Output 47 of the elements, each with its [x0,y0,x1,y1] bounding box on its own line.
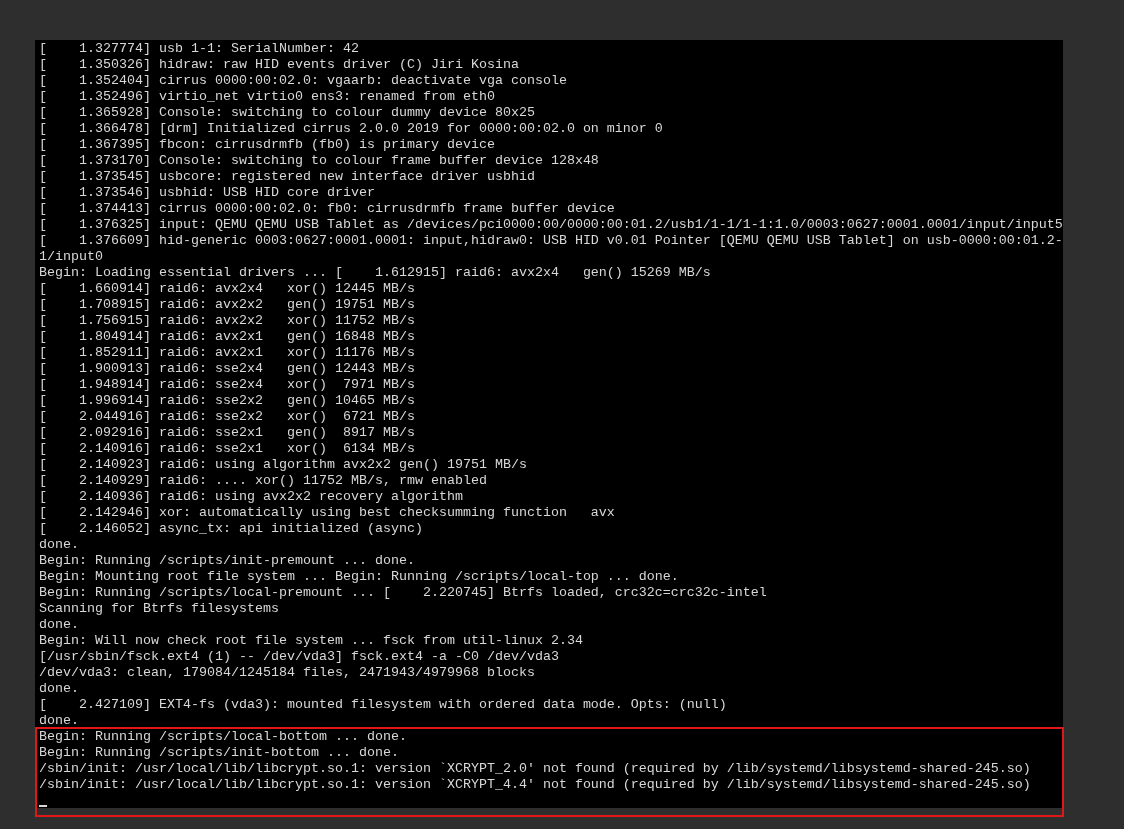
console-line: Begin: Mounting root file system ... Begin: Running /scripts/local-top ... done. [39,569,680,585]
console-line: [ 1.327774] usb 1-1: SerialNumber: 42 [39,41,360,57]
console-line: [ 1.756915] raid6: avx2x2 xor() 11752 MB/s [39,313,416,329]
console-line: [ 1.376609] hid-generic 0003:0627:0001.0001: input,hidraw0: USB HID v0.01 Pointer [QEMU QEMU USB Tablet] on usb-0000:00:01.2- [39,233,1063,249]
console-line: [/usr/sbin/fsck.ext4 (1) -- /dev/vda3] fsck.ext4 -a -C0 /dev/vda3 [39,649,560,665]
console-line: [ 1.948914] raid6: sse2x4 xor() 7971 MB/s [39,377,416,393]
console-line: [ 2.140929] raid6: .... xor() 11752 MB/s, rmw enabled [39,473,488,489]
console-line: Begin: Loading essential drivers ... [ 1.612915] raid6: avx2x4 gen() 15269 MB/s [39,265,712,281]
console-line: /sbin/init: /usr/local/lib/libcrypt.so.1: version `XCRYPT_2.0' not found (required by /lib/systemd/libsystemd-shared-245.so) [39,761,1032,777]
console-line: [ 1.708915] raid6: avx2x2 gen() 19751 MB/s [39,297,416,313]
console-line: [ 1.374413] cirrus 0000:00:02.0: fb0: cirrusdrmfb frame buffer device [39,201,616,217]
console-line: [ 1.350326] hidraw: raw HID events driver (C) Jiri Kosina [39,57,520,73]
console-line: [ 2.044916] raid6: sse2x2 xor() 6721 MB/s [39,409,416,425]
console-line: [ 1.376325] input: QEMU QEMU USB Tablet as /devices/pci0000:00/0000:00:01.2/usb1/1-1/1-1:1.0/0003:0627:0001.0001/input/input5 [39,217,1063,233]
console-line: [ 1.804914] raid6: avx2x1 gen() 16848 MB/s [39,329,416,345]
console-line: [ 2.140936] raid6: using avx2x2 recovery algorithm [39,489,464,505]
console-line: done. [39,681,80,697]
console-line: [ 2.092916] raid6: sse2x1 gen() 8917 MB/s [39,425,416,441]
console-line: [ 1.373546] usbhid: USB HID core driver [39,185,376,201]
console-line: Scanning for Btrfs filesystems [39,601,280,617]
console-line: Begin: Running /scripts/init-premount ... done. [39,553,416,569]
console-line: [ 1.660914] raid6: avx2x4 xor() 12445 MB/s [39,281,416,297]
console-line: [ 1.852911] raid6: avx2x1 xor() 11176 MB/s [39,345,416,361]
console-line: [ 2.146052] async_tx: api initialized (async) [39,521,424,537]
console-line: Begin: Running /scripts/local-premount ... [ 2.220745] Btrfs loaded, crc32c=crc32c-intel [39,585,768,601]
console-line: /sbin/init: /usr/local/lib/libcrypt.so.1: version `XCRYPT_4.4' not found (required by /lib/systemd/libsystemd-shared-245.so) [39,777,1032,793]
console-line: done. [39,537,80,553]
console-line: Begin: Will now check root file system ... fsck from util-linux 2.34 [39,633,584,649]
console-line: [ 1.352496] virtio_net virtio0 ens3: renamed from eth0 [39,89,496,105]
console-line: [ 1.352404] cirrus 0000:00:02.0: vgaarb: deactivate vga console [39,73,568,89]
console-line: [ 1.373545] usbcore: registered new interface driver usbhid [39,169,536,185]
console-line: [ 1.365928] Console: switching to colour dummy device 80x25 [39,105,536,121]
console-line: [ 1.367395] fbcon: cirrusdrmfb (fb0) is primary device [39,137,496,153]
console-line: [ 2.140916] raid6: sse2x1 xor() 6134 MB/s [39,441,416,457]
console-line: done. [39,713,80,729]
console-line: [ 1.996914] raid6: sse2x2 gen() 10465 MB/s [39,393,416,409]
console-line: Begin: Running /scripts/init-bottom ... done. [39,745,400,761]
console-line: done. [39,617,80,633]
console-line: [ 2.427109] EXT4-fs (vda3): mounted filesystem with ordered data mode. Opts: (null) [39,697,728,713]
console-line: 1/input0 [39,249,104,265]
console-line: Begin: Running /scripts/local-bottom ... done. [39,729,408,745]
console-line: [ 2.142946] xor: automatically using best checksumming function avx [39,505,616,521]
console-line: /dev/vda3: clean, 179084/1245184 files, 2471943/4979968 blocks [39,665,536,681]
console-line: [ 1.373170] Console: switching to colour frame buffer device 128x48 [39,153,600,169]
console-line: [ 1.900913] raid6: sse2x4 gen() 12443 MB/s [39,361,416,377]
console-line: [ 2.140923] raid6: using algorithm avx2x2 gen() 19751 MB/s [39,457,528,473]
console-line: [ 1.366478] [drm] Initialized cirrus 2.0.0 2019 for 0000:00:02.0 on minor 0 [39,121,664,137]
